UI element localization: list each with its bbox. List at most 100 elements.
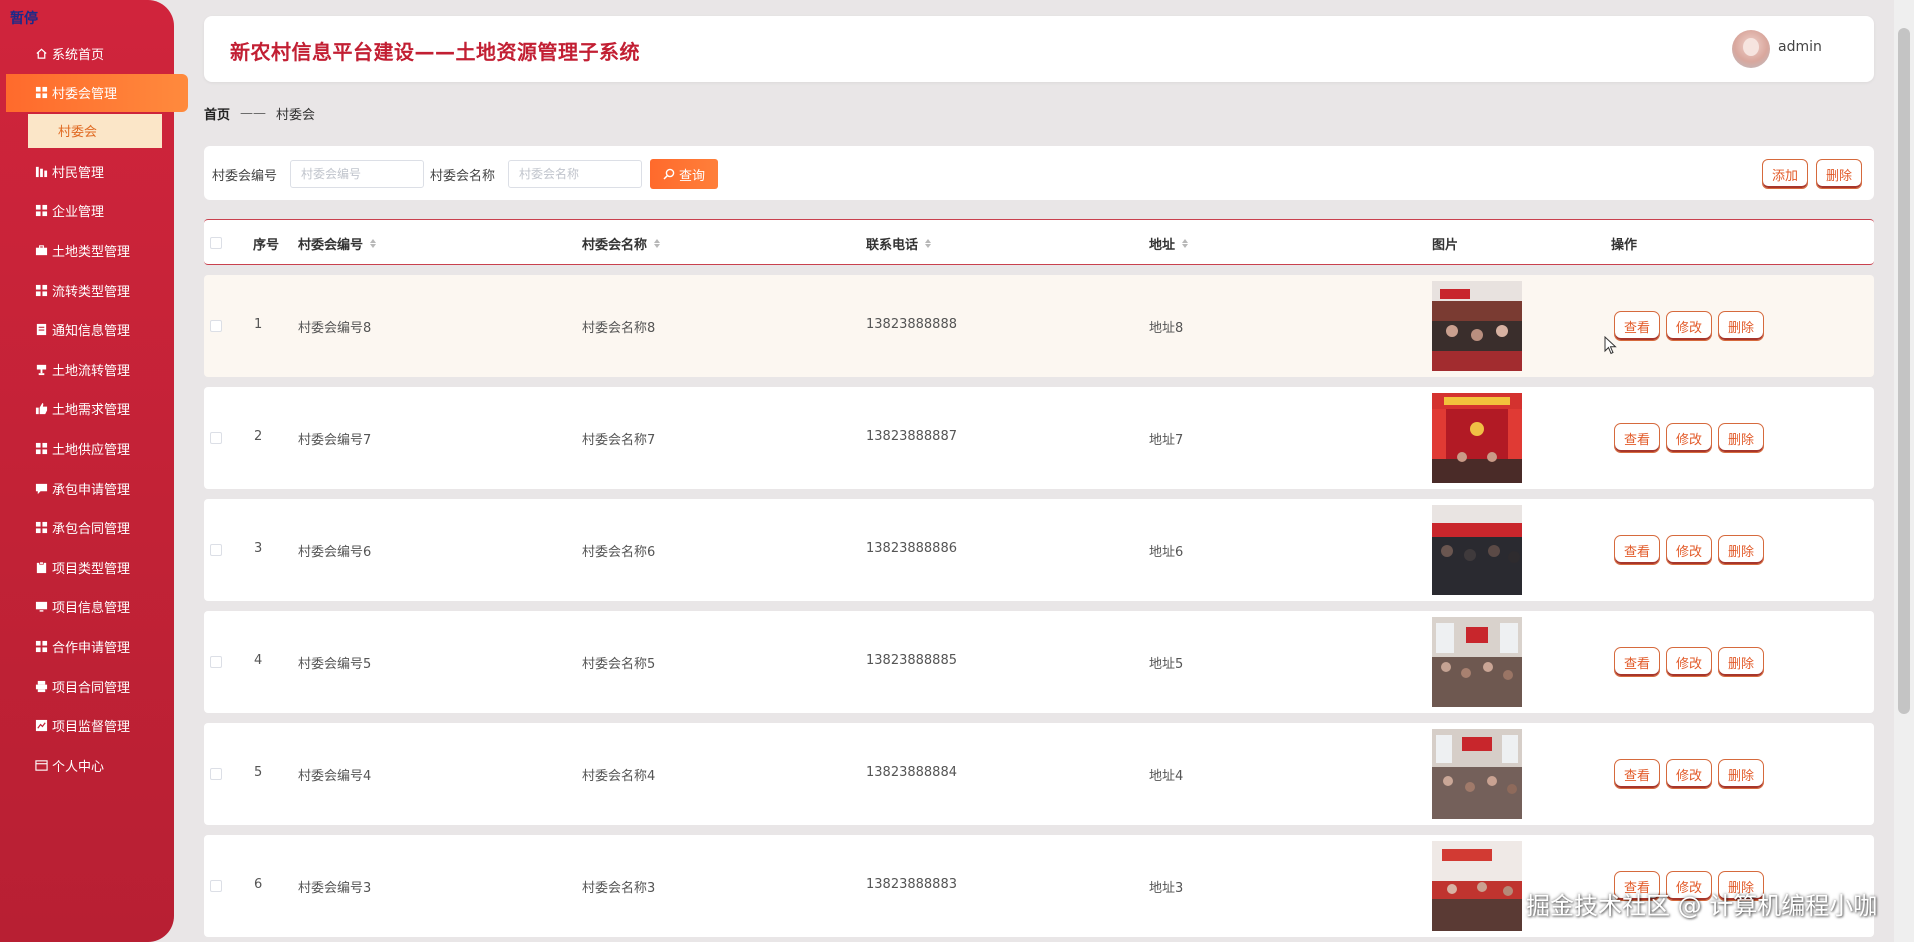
- column-header-name[interactable]: 村委会名称: [582, 234, 661, 253]
- bar-chart-icon: [34, 164, 48, 178]
- sidebar-item-village-committee[interactable]: 村委会管理: [6, 73, 188, 112]
- row-name: 村委会名称8: [582, 321, 656, 336]
- select-all-checkbox[interactable]: [210, 237, 222, 249]
- column-header-phone[interactable]: 联系电话: [866, 234, 932, 253]
- table-row[interactable]: 3 村委会编号6 村委会名称6 13823888886 地址6 查看 修改 删除: [204, 499, 1874, 601]
- view-button[interactable]: 查看: [1614, 535, 1660, 565]
- edit-button[interactable]: 修改: [1666, 647, 1712, 677]
- add-button[interactable]: 添加: [1762, 159, 1808, 189]
- row-address: 地址3: [1149, 881, 1184, 896]
- submenu-item-village-committee[interactable]: 村委会: [28, 113, 162, 148]
- column-header-label: 序号: [253, 238, 280, 253]
- monitor-icon: [34, 600, 48, 614]
- sidebar-item-land-type[interactable]: 土地类型管理: [0, 231, 182, 271]
- delete-button[interactable]: 删除: [1718, 759, 1764, 789]
- row-image[interactable]: [1432, 505, 1522, 595]
- view-button[interactable]: 查看: [1614, 647, 1660, 677]
- row-phone: 13823888887: [866, 429, 957, 444]
- row-code: 村委会编号6: [298, 545, 372, 560]
- pause-label: 暂停: [10, 11, 38, 27]
- page-scrollbar[interactable]: [1894, 0, 1914, 942]
- edit-button[interactable]: 修改: [1666, 423, 1712, 453]
- row-address: 地址4: [1149, 769, 1184, 784]
- sidebar-menu: 系统首页 村委会管理 村委会 村民管理 企业管理 土地类型管理 流转类型管理 通…: [0, 34, 188, 786]
- sidebar-item-project-contract[interactable]: 项目合同管理: [0, 666, 182, 706]
- search-button[interactable]: 查询: [650, 159, 718, 189]
- sidebar-item-project-info[interactable]: 项目信息管理: [0, 587, 182, 627]
- table-row[interactable]: 4 村委会编号5 村委会名称5 13823888885 地址5 查看 修改 删除: [204, 611, 1874, 713]
- thumb-icon: [34, 402, 48, 416]
- sort-icon[interactable]: [370, 239, 377, 248]
- row-code: 村委会编号7: [298, 433, 372, 448]
- search-button-label: 查询: [678, 168, 705, 184]
- row-phone: 13823888883: [866, 877, 957, 892]
- breadcrumb-home[interactable]: 首页: [204, 104, 230, 123]
- row-image[interactable]: [1432, 393, 1522, 483]
- row-checkbox[interactable]: [210, 880, 222, 892]
- scrollbar-thumb[interactable]: [1898, 28, 1910, 714]
- row-image[interactable]: [1432, 617, 1522, 707]
- edit-button[interactable]: 修改: [1666, 759, 1712, 789]
- sidebar-item-project-supervision[interactable]: 项目监督管理: [0, 706, 182, 746]
- sidebar-item-land-supply[interactable]: 土地供应管理: [0, 429, 182, 469]
- table-row[interactable]: 2 村委会编号7 村委会名称7 13823888887 地址7 查看 修改 删除: [204, 387, 1874, 489]
- delete-selected-button[interactable]: 删除: [1816, 159, 1862, 189]
- row-code: 村委会编号5: [298, 657, 372, 672]
- username[interactable]: admin: [1778, 39, 1822, 55]
- trophy-icon: [34, 362, 48, 376]
- sidebar-item-label: 土地需求管理: [52, 403, 131, 419]
- clipboard-icon: [34, 560, 48, 574]
- sidebar-item-land-demand[interactable]: 土地需求管理: [0, 389, 182, 429]
- row-address: 地址5: [1149, 657, 1184, 672]
- row-image[interactable]: [1432, 841, 1522, 931]
- sidebar-item-home[interactable]: 系统首页: [0, 34, 182, 74]
- sort-icon[interactable]: [1182, 239, 1189, 248]
- row-image[interactable]: [1432, 729, 1522, 819]
- table-row[interactable]: 5 村委会编号4 村委会名称4 13823888884 地址4 查看 修改 删除: [204, 723, 1874, 825]
- view-button[interactable]: 查看: [1614, 759, 1660, 789]
- delete-button[interactable]: 删除: [1718, 647, 1764, 677]
- user-card-icon: [34, 758, 48, 772]
- sidebar-item-contract[interactable]: 承包合同管理: [0, 508, 182, 548]
- row-checkbox[interactable]: [210, 544, 222, 556]
- row-checkbox[interactable]: [210, 768, 222, 780]
- sidebar-item-project-type[interactable]: 项目类型管理: [0, 548, 182, 588]
- edit-button[interactable]: 修改: [1666, 535, 1712, 565]
- row-index: 5: [254, 765, 263, 780]
- row-image[interactable]: [1432, 281, 1522, 371]
- sidebar-item-cooperation-application[interactable]: 合作申请管理: [0, 627, 182, 667]
- table-row[interactable]: 1 村委会编号8 村委会名称8 13823888888 地址8 查看 修改 删除: [204, 275, 1874, 377]
- edit-button[interactable]: 修改: [1666, 311, 1712, 341]
- row-checkbox[interactable]: [210, 432, 222, 444]
- view-button[interactable]: 查看: [1614, 311, 1660, 341]
- sort-icon[interactable]: [925, 239, 932, 248]
- sidebar-item-label: 承包合同管理: [52, 522, 131, 538]
- avatar[interactable]: [1732, 30, 1770, 68]
- sort-icon[interactable]: [654, 239, 661, 248]
- code-input[interactable]: [290, 160, 424, 188]
- table-header: 序号 村委会编号 村委会名称 联系电话 地址 图片 操作: [204, 219, 1874, 265]
- row-checkbox[interactable]: [210, 656, 222, 668]
- row-checkbox[interactable]: [210, 320, 222, 332]
- delete-button[interactable]: 删除: [1718, 311, 1764, 341]
- briefcase-icon: [34, 244, 48, 258]
- sidebar-item-land-transfer[interactable]: 土地流转管理: [0, 350, 182, 390]
- column-header-address[interactable]: 地址: [1149, 234, 1189, 253]
- sidebar-item-villagers[interactable]: 村民管理: [0, 152, 182, 192]
- grid-icon: [34, 283, 48, 297]
- name-input[interactable]: [508, 160, 642, 188]
- sidebar-item-notice[interactable]: 通知信息管理: [0, 310, 182, 350]
- delete-button[interactable]: 删除: [1718, 423, 1764, 453]
- row-index: 4: [254, 653, 263, 668]
- view-button[interactable]: 查看: [1614, 423, 1660, 453]
- breadcrumb-separator: ——: [240, 106, 267, 121]
- column-header-code[interactable]: 村委会编号: [298, 234, 377, 253]
- sidebar-item-contract-application[interactable]: 承包申请管理: [0, 468, 182, 508]
- row-address: 地址6: [1149, 545, 1184, 560]
- sidebar-item-label: 项目信息管理: [52, 601, 131, 617]
- sidebar-item-transfer-type[interactable]: 流转类型管理: [0, 270, 182, 310]
- sidebar-item-label: 村委会管理: [52, 87, 118, 103]
- sidebar-item-personal-center[interactable]: 个人中心: [0, 746, 182, 786]
- delete-button[interactable]: 删除: [1718, 535, 1764, 565]
- sidebar-item-enterprise[interactable]: 企业管理: [0, 191, 182, 231]
